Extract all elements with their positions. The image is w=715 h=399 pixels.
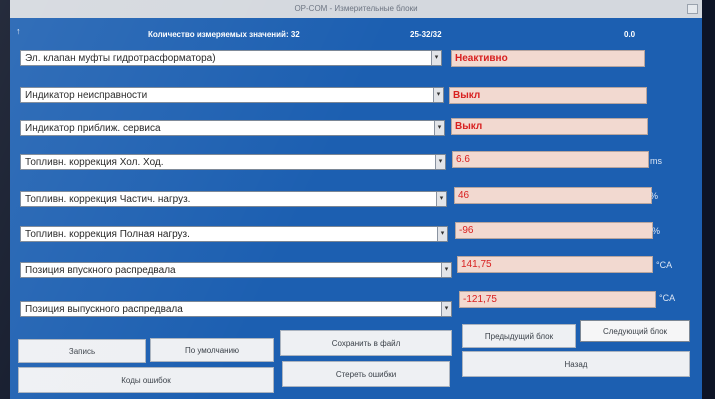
param-select[interactable]: Топливн. коррекция Полная нагруз. ▾ <box>20 226 448 242</box>
param-value: 6.6 <box>452 151 649 168</box>
param-select[interactable]: Индикатор приближ. сервиса ▾ <box>20 120 445 136</box>
record-button[interactable]: Запись <box>18 339 146 363</box>
prev-block-button[interactable]: Предыдущий блок <box>462 324 576 348</box>
param-label: Позиция выпускного распредвала <box>25 304 183 315</box>
param-select[interactable]: Позиция впускного распредвала ▾ <box>20 262 452 278</box>
save-file-button[interactable]: Сохранить в файл <box>280 330 452 356</box>
chevron-down-icon[interactable]: ▾ <box>437 227 447 241</box>
next-block-button[interactable]: Следующий блок <box>580 320 690 342</box>
chevron-down-icon[interactable]: ▾ <box>436 192 446 206</box>
param-value: Неактивно <box>451 50 645 67</box>
param-label: Индикатор неисправности <box>25 90 148 101</box>
chevron-down-icon[interactable]: ▾ <box>441 263 451 277</box>
param-select[interactable]: Позиция выпускного распредвала ▾ <box>20 301 452 317</box>
param-label: Топливн. коррекция Частич. нагруз. <box>25 194 191 205</box>
chevron-down-icon[interactable]: ▾ <box>435 155 445 169</box>
back-button[interactable]: Назад <box>462 351 690 377</box>
param-label: Топливн. коррекция Полная нагруз. <box>25 229 190 240</box>
param-value: Выкл <box>451 118 648 135</box>
param-select[interactable]: Топливн. коррекция Хол. Ход. ▾ <box>20 154 446 170</box>
maximize-icon[interactable] <box>687 4 698 14</box>
app-icon: ↑ <box>16 26 21 36</box>
chevron-down-icon[interactable]: ▾ <box>433 88 443 102</box>
param-value: 141,75 <box>457 256 653 273</box>
param-select[interactable]: Эл. клапан муфты гидротрасформатора) ▾ <box>20 50 442 66</box>
defaults-button[interactable]: По умолчанию <box>150 338 274 362</box>
param-label: Позиция впускного распредвала <box>25 265 176 276</box>
param-label: Индикатор приближ. сервиса <box>25 123 161 134</box>
app-window: OP-COM - Измерительные блоки ↑ Количеств… <box>10 0 702 399</box>
clear-errors-button[interactable]: Стереть ошибки <box>282 361 450 387</box>
chevron-down-icon[interactable]: ▾ <box>441 302 451 316</box>
chevron-down-icon[interactable]: ▾ <box>431 51 441 65</box>
param-unit: ms <box>650 156 662 166</box>
param-unit: °CA <box>659 293 676 303</box>
param-select[interactable]: Индикатор неисправности ▾ <box>20 87 444 103</box>
version-label: 0.0 <box>624 30 636 39</box>
block-range: 25-32/32 <box>410 30 442 39</box>
title-bar: OP-COM - Измерительные блоки <box>10 0 702 18</box>
param-select[interactable]: Топливн. коррекция Частич. нагруз. ▾ <box>20 191 447 207</box>
param-value: Выкл <box>449 87 647 104</box>
param-value: -121,75 <box>459 291 656 308</box>
param-value: -96 <box>455 222 653 239</box>
param-label: Топливн. коррекция Хол. Ход. <box>25 157 164 168</box>
chevron-down-icon[interactable]: ▾ <box>434 121 444 135</box>
measured-count-label: Количество измеряемых значений: 32 <box>148 30 300 39</box>
param-unit: % <box>650 191 659 201</box>
param-value: 46 <box>454 187 652 204</box>
param-label: Эл. клапан муфты гидротрасформатора) <box>25 53 216 64</box>
param-unit: °CA <box>656 260 673 270</box>
error-codes-button[interactable]: Коды ошибок <box>18 367 274 393</box>
param-unit: % <box>652 226 661 236</box>
window-title: OP-COM - Измерительные блоки <box>294 4 418 13</box>
